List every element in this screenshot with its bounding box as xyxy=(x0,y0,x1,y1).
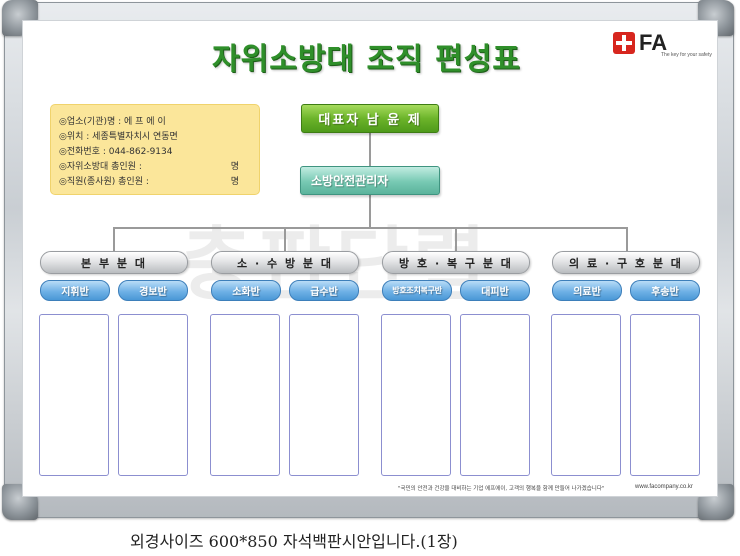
representative-box: 대표자 남 윤 제 xyxy=(301,104,439,133)
footer-website: www.facompany.co.kr xyxy=(635,484,693,490)
info-label: ◎업소(기관)명 : 에 프 에 이 xyxy=(59,117,166,127)
team-label: 소화반 xyxy=(211,280,281,301)
connector-line xyxy=(626,227,628,251)
team-label: 경보반 xyxy=(118,280,188,301)
company-logo: FA The key for your safety xyxy=(613,30,712,60)
connector-line xyxy=(369,195,371,227)
division-header: 소 · 수 방 분 대 xyxy=(211,251,359,274)
member-panel xyxy=(381,314,451,476)
footer-slogan: "국민의 안전과 건강을 대비하는 기업 에프에이, 고객의 행복을 함께 만들… xyxy=(398,486,605,492)
info-row: ◎자위소방대 총인원 : 명 xyxy=(59,159,251,174)
info-label: ◎직원(종사원) 총인원 : xyxy=(59,177,149,187)
info-row: ◎직원(종사원) 총인원 : 명 xyxy=(59,174,251,189)
info-row: ◎전화번호 : 044-862-9134 xyxy=(59,144,251,159)
connector-line xyxy=(113,227,627,229)
team-label: 급수반 xyxy=(289,280,359,301)
team-label: 후송반 xyxy=(630,280,700,301)
division-header: 의 료 · 구 호 분 대 xyxy=(552,251,700,274)
info-box: ◎업소(기관)명 : 에 프 에 이 ◎위치 : 세종특별자치시 연동면 ◎전화… xyxy=(51,105,259,194)
info-row: ◎위치 : 세종특별자치시 연동면 xyxy=(59,129,251,144)
member-panel xyxy=(460,314,530,476)
connector-line xyxy=(369,133,371,166)
info-unit: 명 xyxy=(230,162,239,172)
cross-icon xyxy=(613,32,635,54)
member-panel xyxy=(630,314,700,476)
member-panel xyxy=(551,314,621,476)
connector-line xyxy=(284,227,286,251)
member-panel xyxy=(289,314,359,476)
size-caption: 외경사이즈 600*850 자석백판시안입니다.(1장) xyxy=(130,532,458,551)
division-header: 본 부 분 대 xyxy=(40,251,188,274)
info-label: ◎위치 : 세종특별자치시 연동면 xyxy=(59,132,178,142)
connector-line xyxy=(113,227,115,251)
member-panel xyxy=(210,314,280,476)
info-label: ◎전화번호 : 044-862-9134 xyxy=(59,147,173,157)
page-title: 자위소방대 조직 편성표 xyxy=(212,42,521,77)
info-unit: 명 xyxy=(230,177,239,187)
team-label: 방호조치복구반 xyxy=(382,280,452,301)
member-panel xyxy=(39,314,109,476)
info-row: ◎업소(기관)명 : 에 프 에 이 xyxy=(59,114,251,129)
team-label: 의료반 xyxy=(552,280,622,301)
division-header: 방 호 · 복 구 분 대 xyxy=(382,251,530,274)
safety-manager-box: 소방안전관리자 xyxy=(300,166,440,195)
info-label: ◎자위소방대 총인원 : xyxy=(59,162,142,172)
connector-line xyxy=(455,227,457,251)
logo-tagline: The key for your safety xyxy=(661,52,712,58)
member-panel xyxy=(118,314,188,476)
team-label: 지휘반 xyxy=(40,280,110,301)
team-label: 대피반 xyxy=(460,280,530,301)
